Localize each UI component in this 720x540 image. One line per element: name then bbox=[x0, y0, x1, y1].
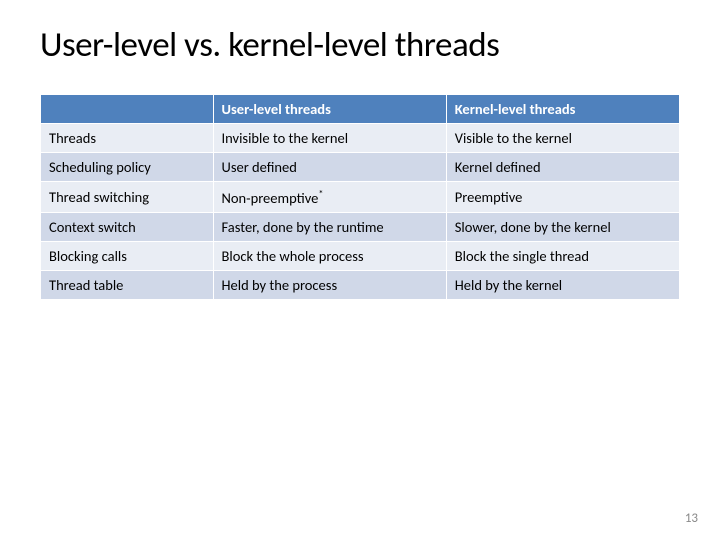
table-header-kernel: Kernel-level threads bbox=[446, 95, 679, 124]
cell-kernel: Kernel defined bbox=[446, 153, 679, 182]
cell-kernel: Block the single thread bbox=[446, 241, 679, 270]
table-row: Threads Invisible to the kernel Visible … bbox=[41, 124, 680, 153]
table-row: Thread switching Non-preemptive* Preempt… bbox=[41, 182, 680, 213]
row-label: Blocking calls bbox=[41, 241, 214, 270]
row-label: Context switch bbox=[41, 212, 214, 241]
row-label: Thread switching bbox=[41, 182, 214, 213]
slide: User-level vs. kernel-level threads User… bbox=[0, 0, 720, 300]
row-label: Threads bbox=[41, 124, 214, 153]
table-row: Context switch Faster, done by the runti… bbox=[41, 212, 680, 241]
table-header-blank bbox=[41, 95, 214, 124]
table-row: Blocking calls Block the whole process B… bbox=[41, 241, 680, 270]
cell-user: User defined bbox=[213, 153, 446, 182]
row-label: Scheduling policy bbox=[41, 153, 214, 182]
cell-user: Held by the process bbox=[213, 270, 446, 299]
cell-user: Non-preemptive* bbox=[213, 182, 446, 213]
table-header-user: User-level threads bbox=[213, 95, 446, 124]
cell-kernel: Held by the kernel bbox=[446, 270, 679, 299]
table-row: Thread table Held by the process Held by… bbox=[41, 270, 680, 299]
page-number: 13 bbox=[685, 511, 698, 526]
cell-user: Faster, done by the runtime bbox=[213, 212, 446, 241]
cell-kernel: Visible to the kernel bbox=[446, 124, 679, 153]
row-label: Thread table bbox=[41, 270, 214, 299]
cell-user: Invisible to the kernel bbox=[213, 124, 446, 153]
cell-kernel: Slower, done by the kernel bbox=[446, 212, 679, 241]
page-title: User-level vs. kernel-level threads bbox=[40, 24, 680, 66]
table-header-row: User-level threads Kernel-level threads bbox=[41, 95, 680, 124]
table-row: Scheduling policy User defined Kernel de… bbox=[41, 153, 680, 182]
cell-user: Block the whole process bbox=[213, 241, 446, 270]
cell-kernel: Preemptive bbox=[446, 182, 679, 213]
comparison-table: User-level threads Kernel-level threads … bbox=[40, 94, 680, 300]
